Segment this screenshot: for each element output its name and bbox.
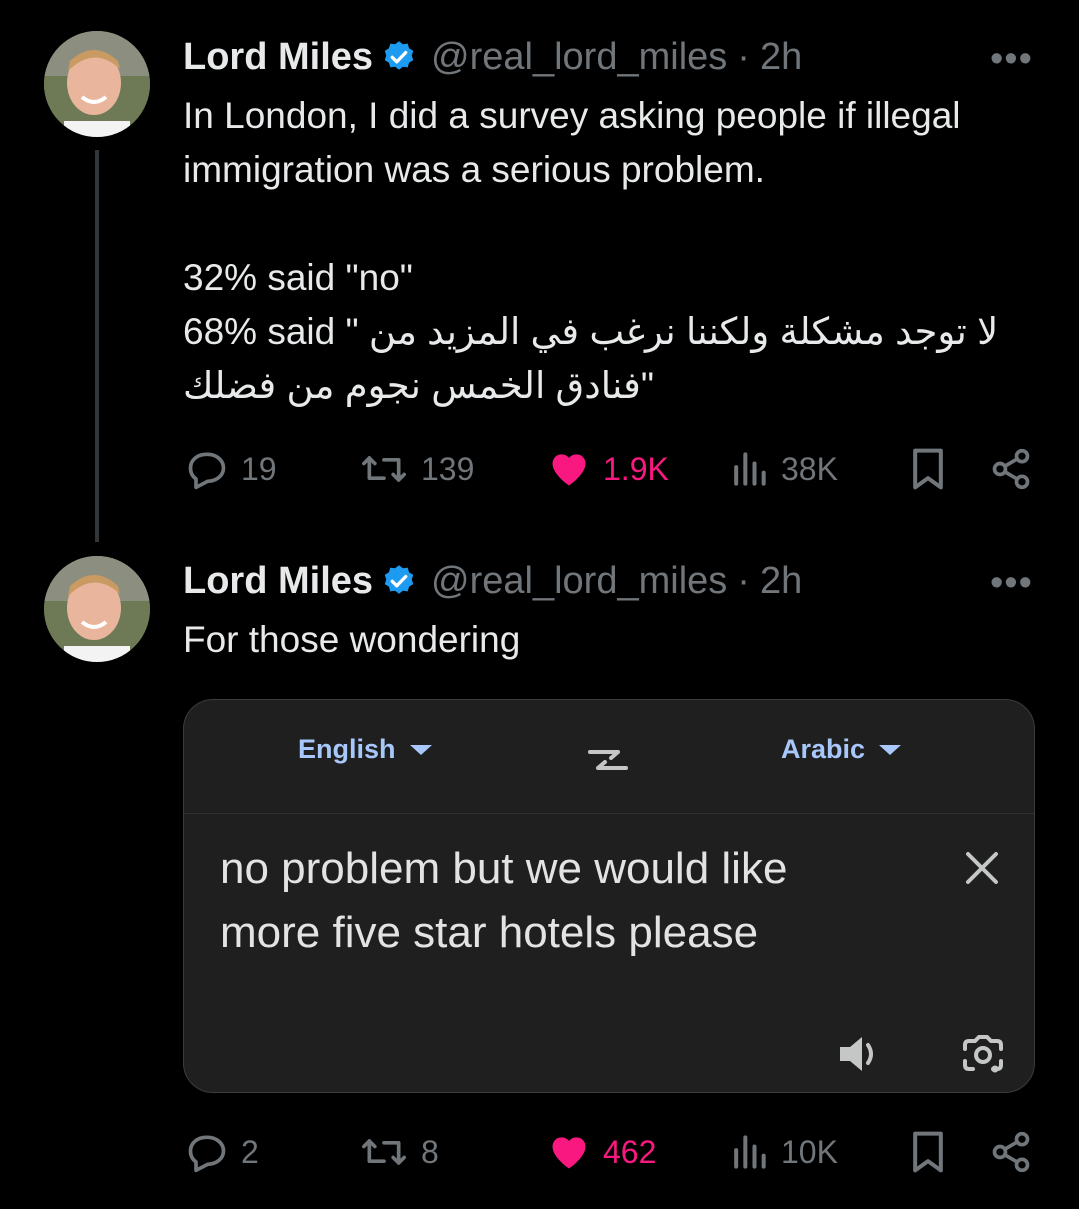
thread-connector (95, 150, 99, 542)
repost-button[interactable]: 8 (359, 1127, 439, 1177)
source-language-selector[interactable]: English (298, 734, 432, 765)
like-button[interactable]: 462 (547, 1127, 656, 1177)
share-icon (992, 448, 1030, 490)
verified-icon (384, 41, 414, 70)
bookmark-button[interactable] (909, 444, 947, 494)
dot-separator: · (737, 559, 750, 602)
tweet-header: Lord Miles @real_lord_miles · 2h (183, 556, 802, 606)
views-count: 10K (781, 1133, 838, 1170)
tweet-text-line: For those wondering (183, 619, 521, 660)
avatar[interactable] (44, 556, 150, 662)
repost-icon (362, 1139, 406, 1165)
tweet-text-line: 68% said " لا توجد مشكلة ولكننا نرغب في … (183, 311, 1009, 406)
reply-count: 2 (241, 1133, 259, 1170)
tweet-text: For those wondering (183, 613, 1043, 667)
reply-icon (188, 1135, 226, 1173)
tweet-header: Lord Miles @real_lord_miles · 2h (183, 32, 802, 82)
language-bar: English Arabic (184, 700, 1034, 814)
avatar[interactable] (44, 31, 150, 137)
close-icon[interactable] (964, 850, 1000, 886)
reply-icon (188, 452, 226, 490)
more-options-icon[interactable]: ••• (990, 562, 1033, 605)
chevron-down-icon (879, 744, 902, 755)
share-button[interactable] (989, 444, 1033, 494)
author-handle[interactable]: @real_lord_miles (431, 36, 727, 79)
like-count: 1.9K (603, 450, 669, 487)
dot-separator: · (737, 35, 750, 78)
chevron-down-icon (409, 744, 432, 755)
reply-count: 19 (241, 450, 277, 487)
repost-button[interactable]: 139 (359, 444, 474, 494)
verified-icon (384, 565, 414, 594)
bookmark-button[interactable] (909, 1127, 947, 1177)
repost-icon (362, 456, 406, 482)
reply-button[interactable]: 2 (185, 1127, 259, 1177)
like-count: 462 (603, 1133, 657, 1170)
views-button[interactable]: 10K (729, 1127, 838, 1177)
bookmark-icon (913, 448, 943, 490)
swap-languages-icon[interactable] (584, 740, 632, 780)
tweet-text: In London, I did a survey asking people … (183, 89, 1043, 413)
share-button[interactable] (989, 1127, 1033, 1177)
translate-image[interactable]: English Arabic no problem but we would l… (183, 699, 1035, 1093)
author-handle[interactable]: @real_lord_miles (431, 560, 727, 603)
bookmark-icon (913, 1131, 943, 1173)
author-name[interactable]: Lord Miles (183, 36, 373, 79)
translation-input-text[interactable]: no problem but we would like more five s… (220, 837, 860, 965)
target-language-selector[interactable]: Arabic (781, 734, 902, 765)
views-count: 38K (781, 450, 838, 487)
views-icon (734, 1135, 766, 1169)
tweet-text-line: In London, I did a survey asking people … (183, 95, 971, 190)
timestamp[interactable]: 2h (760, 36, 802, 79)
views-icon (734, 452, 766, 486)
timestamp[interactable]: 2h (760, 560, 802, 603)
repost-count: 139 (421, 450, 475, 487)
speaker-icon[interactable] (836, 1033, 884, 1075)
like-button[interactable]: 1.9K (547, 444, 669, 494)
more-options-icon[interactable]: ••• (990, 38, 1033, 81)
heart-filled-icon (552, 1137, 586, 1169)
source-language: English (298, 734, 396, 764)
heart-filled-icon (552, 454, 586, 486)
tweet-actions: 19 139 1.9K 38K (183, 444, 1043, 494)
repost-count: 8 (421, 1133, 439, 1170)
tweet-actions: 2 8 462 10K (183, 1127, 1043, 1177)
share-icon (992, 1131, 1030, 1173)
target-language: Arabic (781, 734, 866, 764)
views-button[interactable]: 38K (729, 444, 838, 494)
tweet-text-line: 32% said "no" (183, 257, 413, 298)
camera-lens-icon[interactable] (959, 1033, 1007, 1077)
author-name[interactable]: Lord Miles (183, 560, 373, 603)
reply-button[interactable]: 19 (185, 444, 277, 494)
